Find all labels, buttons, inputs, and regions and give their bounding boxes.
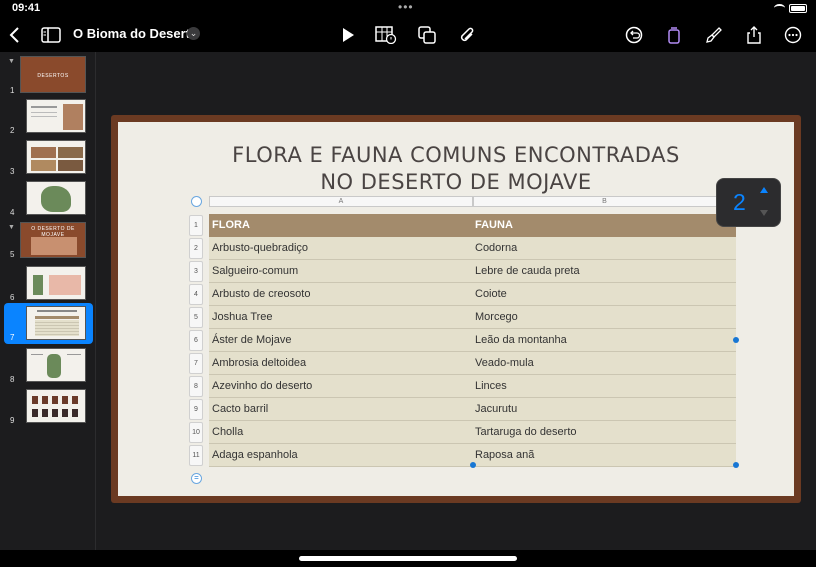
slide-number: 3: [10, 167, 15, 176]
collapse-triangle-icon[interactable]: ▼: [8, 58, 15, 65]
slide-number: 8: [10, 375, 15, 384]
resize-handle-bottom[interactable]: [470, 462, 476, 468]
multitasking-dots-icon[interactable]: •••: [398, 0, 414, 14]
undo-icon[interactable]: [623, 24, 645, 46]
attachment-icon[interactable]: [456, 24, 478, 46]
slide-preview: [26, 140, 86, 174]
table-cell[interactable]: Cholla: [209, 421, 472, 444]
slide-preview: [26, 306, 86, 340]
table-cell[interactable]: Salgueiro-comum: [209, 260, 472, 283]
collapse-triangle-icon[interactable]: ▼: [8, 224, 15, 231]
share-icon[interactable]: [743, 24, 765, 46]
toolbar: O Bioma do Deserto ⌄: [0, 18, 816, 52]
row-header[interactable]: 1: [189, 215, 203, 236]
row-header[interactable]: 10: [189, 422, 203, 443]
table-cell[interactable]: Raposa anã: [472, 444, 736, 467]
row-header[interactable]: 5: [189, 307, 203, 328]
table-cell[interactable]: Adaga espanhola: [209, 444, 472, 467]
slide-title-line-1: FLORA E FAUNA COMUNS ENCONTRADAS: [232, 143, 680, 167]
column-header-b[interactable]: B: [473, 196, 736, 207]
more-icon[interactable]: [782, 24, 804, 46]
stepper-value: 2: [733, 189, 746, 215]
slide-preview: [26, 99, 86, 133]
status-time: 09:41: [12, 2, 41, 14]
table-cell[interactable]: Veado-mula: [472, 352, 736, 375]
stepper-down-icon[interactable]: [760, 210, 768, 216]
slide-preview: [26, 348, 86, 382]
slide-title-line-2: NO DESERTO DE MOJAVE: [320, 170, 592, 194]
table-cell[interactable]: Coiote: [472, 283, 736, 306]
slide-number: 4: [10, 208, 15, 217]
table-cell[interactable]: Leão da montanha: [472, 329, 736, 352]
play-icon[interactable]: [337, 24, 359, 46]
table-cell[interactable]: Jacurutu: [472, 398, 736, 421]
table-cell[interactable]: Morcego: [472, 306, 736, 329]
slide-preview: [26, 389, 86, 423]
table-cell[interactable]: Arbusto de creosoto: [209, 283, 472, 306]
row-header[interactable]: 8: [189, 376, 203, 397]
add-row-handle[interactable]: =: [191, 473, 202, 484]
slide-number: 5: [10, 250, 15, 259]
table-cell[interactable]: Codorna: [472, 237, 736, 260]
slide-number: 1: [10, 86, 15, 95]
row-header[interactable]: 6: [189, 330, 203, 351]
table-cell[interactable]: Lebre de cauda preta: [472, 260, 736, 283]
wifi-icon: [774, 4, 785, 12]
table-cell[interactable]: Áster de Mojave: [209, 329, 472, 352]
table-cell[interactable]: Linces: [472, 375, 736, 398]
slide-number: 9: [10, 416, 15, 425]
row-header[interactable]: 2: [189, 238, 203, 259]
stepper-up-icon[interactable]: [760, 187, 768, 193]
table-cell[interactable]: Azevinho do deserto: [209, 375, 472, 398]
document-title[interactable]: O Bioma do Deserto: [73, 26, 198, 41]
header-cell-flora[interactable]: FLORA: [209, 214, 472, 237]
slide-number: 6: [10, 293, 15, 302]
shapes-icon[interactable]: [417, 24, 439, 46]
slide-number: 7: [10, 333, 15, 342]
resize-handle-right[interactable]: [733, 337, 739, 343]
row-header[interactable]: 11: [189, 445, 203, 466]
chevron-down-icon[interactable]: ⌄: [187, 27, 200, 40]
row-header[interactable]: 3: [189, 261, 203, 282]
slide-number: 2: [10, 126, 15, 135]
row-count-stepper[interactable]: 2: [716, 178, 781, 227]
slide-title[interactable]: FLORA E FAUNA COMUNS ENCONTRADAS NO DESE…: [118, 142, 794, 196]
status-bar: 09:41 •••: [0, 0, 816, 18]
paintbrush-icon[interactable]: [703, 24, 725, 46]
format-icon[interactable]: [663, 24, 685, 46]
row-header[interactable]: 7: [189, 353, 203, 374]
back-icon[interactable]: [4, 24, 26, 46]
table-cell[interactable]: Joshua Tree: [209, 306, 472, 329]
row-header[interactable]: 9: [189, 399, 203, 420]
table-icon[interactable]: [375, 24, 397, 46]
slide-preview: [26, 181, 86, 215]
slide-navigator: ▼ 1 DESERTOS 2 3 4 ▼ 5 O DESERTO DE MOJA…: [0, 52, 96, 550]
table-select-handle[interactable]: [191, 196, 202, 207]
column-header-a[interactable]: A: [209, 196, 473, 207]
table-cell[interactable]: Cacto barril: [209, 398, 472, 421]
battery-icon: [789, 4, 807, 13]
table-cell[interactable]: Ambrosia deltoidea: [209, 352, 472, 375]
header-cell-fauna[interactable]: FAUNA: [472, 214, 736, 237]
row-header[interactable]: 4: [189, 284, 203, 305]
slide-preview: [26, 266, 86, 300]
slide-preview: DESERTOS: [20, 56, 86, 93]
resize-handle-corner[interactable]: [733, 462, 739, 468]
slide-preview-title: DESERTOS: [37, 73, 69, 79]
slide-preview: O DESERTO DE MOJAVE: [20, 222, 86, 258]
home-indicator[interactable]: [299, 556, 517, 561]
table-cell[interactable]: Arbusto-quebradiço: [209, 237, 472, 260]
sidebar-icon[interactable]: [40, 24, 62, 46]
table-cell[interactable]: Tartaruga do deserto: [472, 421, 736, 444]
